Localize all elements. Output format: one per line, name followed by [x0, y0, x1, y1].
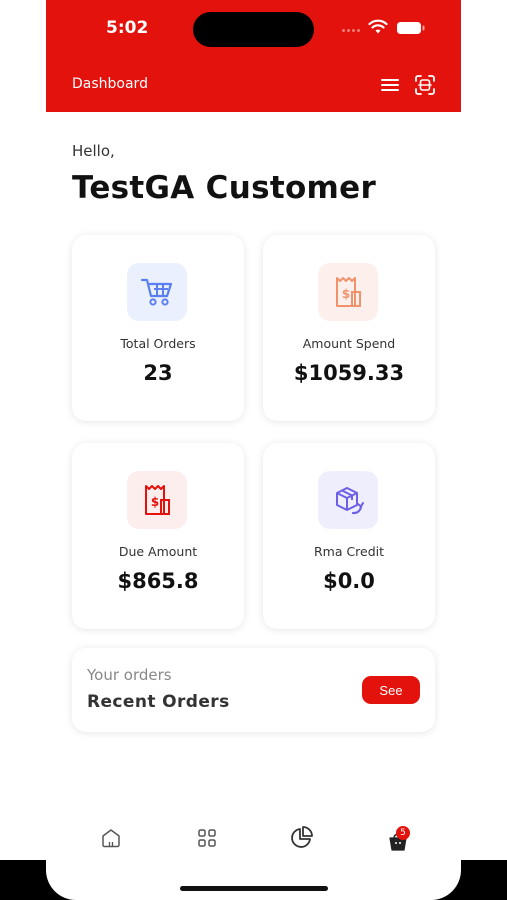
wifi-icon	[368, 19, 388, 34]
rma-credit-card[interactable]: Rma Credit $0.0	[263, 443, 435, 629]
amount-spend-value: $1059.33	[293, 361, 405, 385]
rma-credit-label: Rma Credit	[313, 544, 385, 559]
due-amount-card[interactable]: $ Due Amount $865.8	[72, 443, 244, 629]
total-orders-card[interactable]: Total Orders 23	[72, 235, 244, 421]
receipt-icon: $	[127, 471, 187, 529]
battery-icon	[397, 22, 425, 34]
pie-chart-icon[interactable]	[288, 825, 314, 851]
due-amount-value: $865.8	[117, 569, 199, 593]
app-screen: 5:02 Dashboard Hello, TestGA Customer To…	[46, 0, 461, 900]
recent-orders-card: Your orders Recent Orders See	[72, 648, 435, 732]
receipt-icon: $	[318, 263, 378, 321]
orders-subtitle: Your orders	[87, 666, 172, 684]
rma-credit-value: $0.0	[323, 569, 375, 593]
greeting-text: Hello,	[72, 142, 115, 160]
scan-icon[interactable]	[414, 74, 436, 96]
customer-name: TestGA Customer	[72, 170, 377, 206]
svg-text:$: $	[342, 287, 350, 301]
app-header: 5:02 Dashboard	[46, 0, 461, 112]
cart-badge: 5	[396, 826, 410, 840]
amount-spend-card[interactable]: $ Amount Spend $1059.33	[263, 235, 435, 421]
svg-text:$: $	[151, 495, 159, 509]
dynamic-island	[193, 12, 314, 47]
due-amount-label: Due Amount	[118, 544, 198, 559]
total-orders-value: 23	[143, 361, 173, 385]
status-time: 5:02	[106, 18, 149, 38]
see-orders-button[interactable]: See	[362, 676, 420, 704]
header-title: Dashboard	[72, 76, 148, 92]
total-orders-label: Total Orders	[120, 336, 196, 351]
orders-title: Recent Orders	[87, 692, 230, 712]
amount-spend-label: Amount Spend	[302, 336, 396, 351]
grid-icon[interactable]	[195, 826, 219, 850]
signal-icon	[342, 29, 362, 33]
home-icon[interactable]	[99, 826, 123, 850]
box-return-icon	[318, 471, 378, 529]
home-indicator[interactable]	[180, 886, 328, 891]
menu-icon[interactable]	[380, 76, 400, 94]
cart-icon	[127, 263, 187, 321]
